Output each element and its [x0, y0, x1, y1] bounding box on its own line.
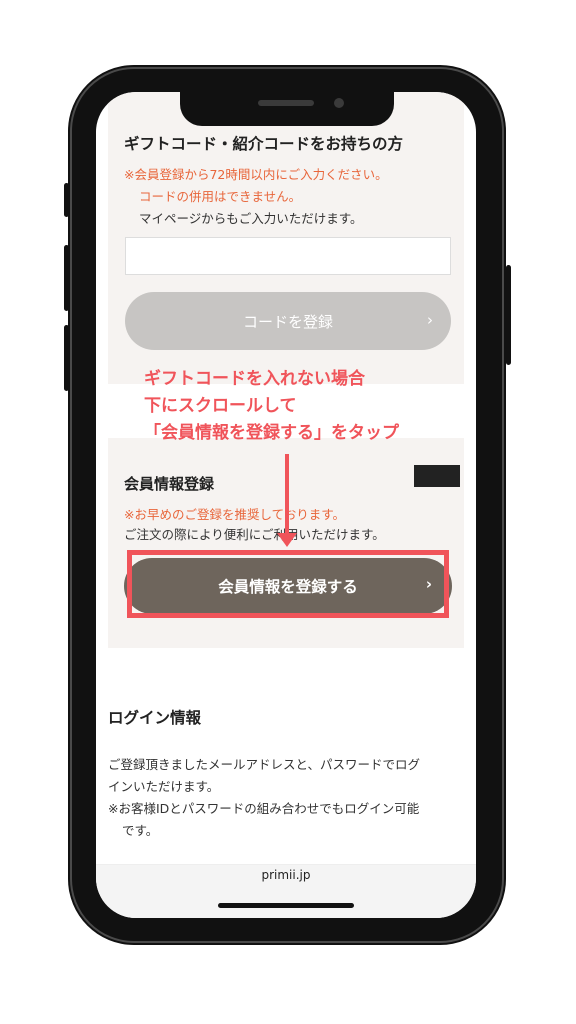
arrow-shaft — [285, 454, 289, 536]
login-text-3: ※お客様IDとパスワードの組み合わせでもログイン可能 — [108, 801, 420, 816]
front-camera — [334, 98, 344, 108]
chevron-right-icon: › — [427, 311, 433, 329]
phone-screen: ギフトコード・紹介コードをお持ちの方 ※会員登録から72時間以内にご入力ください… — [96, 92, 476, 918]
member-registration-title: 会員情報登録 — [124, 475, 215, 493]
login-text-4: です。 — [122, 823, 159, 838]
annotation-line-3: 「会員情報を登録する」をタップ — [144, 423, 399, 443]
gift-note-mypage: マイページからもご入力いただけます。 — [139, 211, 363, 226]
login-info-title: ログイン情報 — [108, 709, 202, 727]
annotation-line-2: 下にスクロールして — [144, 396, 297, 416]
code-register-button[interactable]: コードを登録 › — [125, 292, 451, 350]
home-indicator[interactable] — [218, 903, 354, 908]
member-note-recommend: ※お早めのご登録を推奨しております。 — [124, 507, 345, 522]
volume-down-button — [64, 325, 69, 391]
speaker-grille — [258, 100, 314, 106]
volume-up-button — [64, 245, 69, 311]
redaction-block — [414, 465, 460, 487]
gift-note-no-combine: コードの併用はできません。 — [139, 189, 302, 204]
login-text-1: ご登録頂きましたメールアドレスと、パスワードでログ — [108, 757, 421, 772]
notch — [180, 92, 394, 126]
gift-code-title: ギフトコード・紹介コードをお持ちの方 — [124, 135, 404, 153]
gift-note-time-limit: ※会員登録から72時間以内にご入力ください。 — [124, 167, 388, 182]
code-register-label: コードを登録 — [242, 312, 333, 331]
annotation-line-1: ギフトコードを入れない場合 — [144, 369, 365, 389]
gift-code-input[interactable] — [125, 237, 451, 275]
arrow-down-icon — [277, 533, 297, 547]
url-domain[interactable]: primii.jp — [96, 868, 476, 882]
power-button — [506, 265, 511, 365]
login-text-2: インいただけます。 — [108, 779, 220, 794]
member-note-convenient: ご注文の際により便利にご利用いただけます。 — [124, 527, 385, 542]
highlight-frame — [127, 550, 449, 618]
mute-switch — [64, 183, 69, 217]
